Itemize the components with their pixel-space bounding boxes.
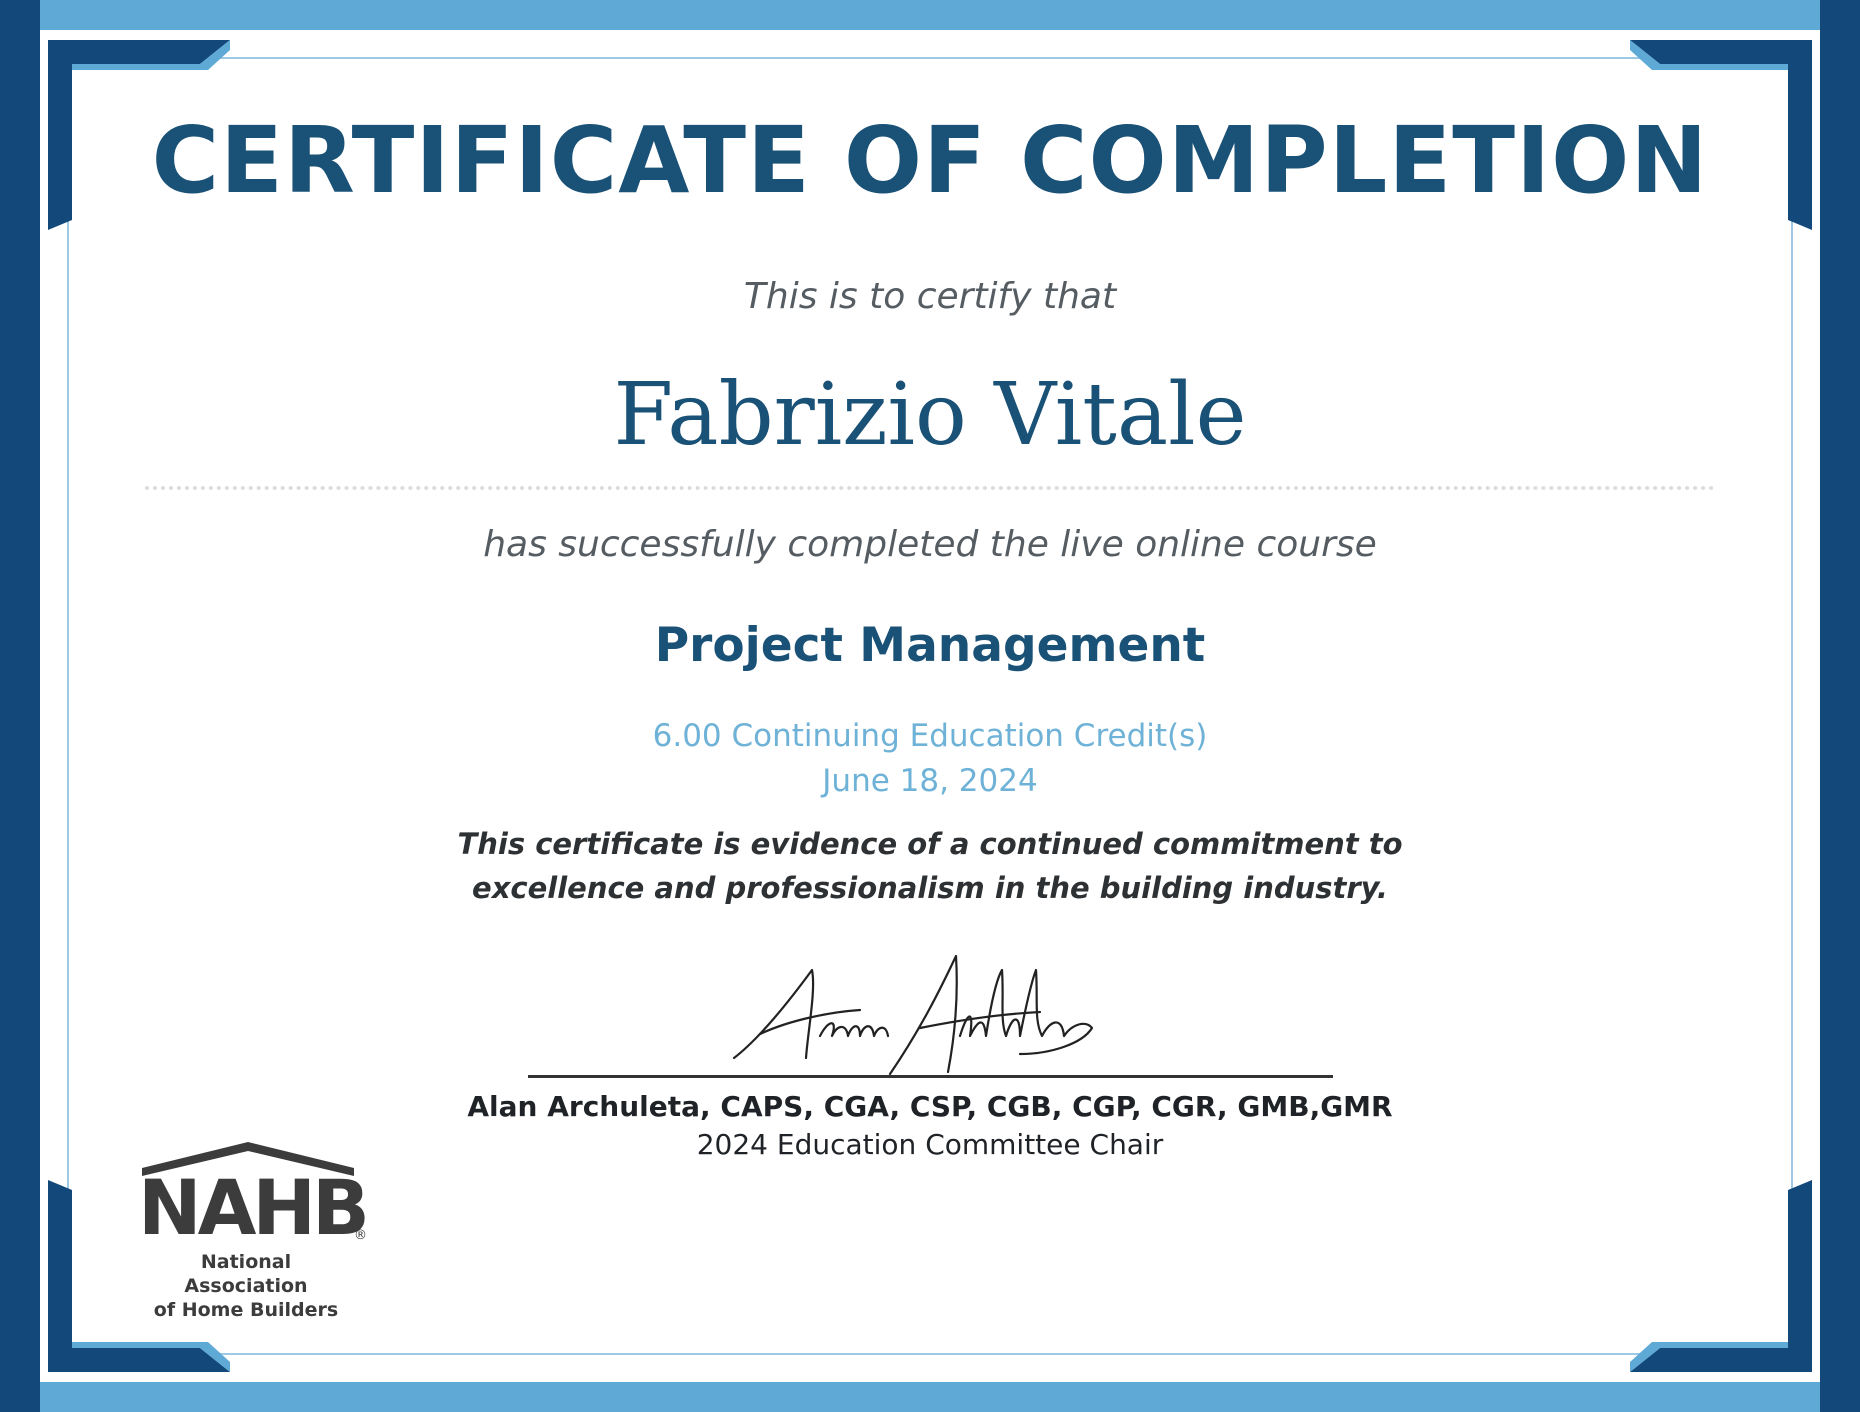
recipient-name: Fabrizio Vitale: [613, 365, 1247, 465]
registered-mark: ®: [354, 1228, 367, 1243]
certify-line: This is to certify that: [743, 276, 1117, 317]
statement-line-2: excellence and professionalism in the bu…: [472, 871, 1388, 905]
nahb-logo: NAHB ® National Association of Home Buil…: [138, 1138, 370, 1321]
logo-subtitle-line-1: National Association: [184, 1251, 308, 1297]
signatory-name: Alan Archuleta, CAPS, CGA, CSP, CGB, CGP…: [467, 1090, 1393, 1123]
completion-date: June 18, 2024: [822, 763, 1038, 799]
statement-line-1: This certificate is evidence of a contin…: [457, 827, 1403, 861]
course-name: Project Management: [654, 618, 1206, 673]
name-divider: [145, 486, 1715, 490]
logo-subtitle-line-2: of Home Builders: [153, 1299, 339, 1321]
completed-line: has successfully completed the live onli…: [483, 524, 1377, 565]
handwritten-signature: [732, 954, 1094, 1076]
certificate-title: CERTIFICATE OF COMPLETION: [151, 107, 1709, 214]
certificate-statement: This certificate is evidence of a contin…: [0, 822, 1860, 910]
logo-subtitle: National Association of Home Builders: [138, 1250, 354, 1322]
signature-line: [528, 1075, 1333, 1078]
logo-wordmark: NAHB: [138, 1163, 370, 1252]
credits-line: 6.00 Continuing Education Credit(s): [652, 718, 1208, 754]
